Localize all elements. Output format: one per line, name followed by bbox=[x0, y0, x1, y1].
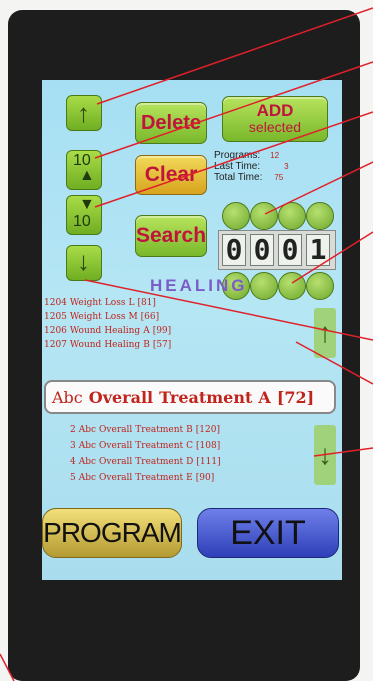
category-label: HEALING bbox=[150, 276, 248, 295]
total-time-value: 75 bbox=[274, 173, 284, 182]
down-10-icon: ▼ bbox=[79, 196, 95, 213]
upper-program-list[interactable]: 1204 Weight Loss L [81] 1205 Weight Loss M [66] … bbox=[44, 298, 314, 358]
digit-4-increment[interactable] bbox=[306, 202, 334, 230]
exit-button[interactable]: EXIT bbox=[197, 508, 339, 558]
scroll-up-icon[interactable]: ↑ bbox=[314, 308, 336, 358]
digit-3-decrement[interactable] bbox=[278, 272, 306, 300]
lower-program-list[interactable]: 2 Abc Overall Treatment B [120] 3 Abc Overall Tr… bbox=[70, 425, 310, 495]
digit-3-increment[interactable] bbox=[278, 202, 306, 230]
list-item[interactable]: 1205 Weight Loss M [66] bbox=[44, 312, 162, 322]
search-label: Search bbox=[135, 224, 207, 247]
page-down-10-button[interactable]: ▼ 10 bbox=[66, 195, 102, 235]
stats-panel: Programs: 12 Last Time: 3 Total Time: 75 bbox=[214, 150, 289, 183]
delete-button[interactable]: Delete bbox=[135, 102, 207, 144]
scroll-bottom-button[interactable]: ↓ bbox=[66, 245, 102, 281]
page-down-label: 10 bbox=[73, 213, 91, 230]
list-item[interactable]: 1204 Weight Loss L [81] bbox=[44, 298, 159, 308]
digit-2-increment[interactable] bbox=[250, 202, 278, 230]
clear-button[interactable]: Clear bbox=[135, 155, 207, 195]
page-up-10-button[interactable]: 10 ▲ bbox=[66, 150, 102, 190]
touch-screen: ↑ 10 ▲ ▼ 10 ↓ Delete ADD selected Clear … bbox=[42, 80, 342, 580]
up-10-icon: ▲ bbox=[79, 167, 95, 184]
scroll-down-icon[interactable]: ↓ bbox=[314, 425, 336, 485]
list-item[interactable]: 3 Abc Overall Treatment C [108] bbox=[70, 441, 223, 451]
last-time-value: 3 bbox=[284, 162, 289, 171]
last-time-label: Last Time: bbox=[214, 161, 261, 172]
list-item[interactable]: 5 Abc Overall Treatment E [90] bbox=[70, 473, 217, 483]
counter-digit-2: 0 bbox=[250, 234, 274, 266]
digit-2-decrement[interactable] bbox=[250, 272, 278, 300]
exit-label: EXIT bbox=[230, 513, 306, 552]
total-time-label: Total Time: bbox=[214, 172, 263, 183]
scroll-top-button[interactable]: ↑ bbox=[66, 95, 102, 131]
program-button[interactable]: PROGRAM bbox=[42, 508, 182, 558]
list-item[interactable]: 4 Abc Overall Treatment D [111] bbox=[70, 457, 224, 467]
list-item[interactable]: 1207 Wound Healing B [57] bbox=[44, 340, 174, 350]
arrow-up-icon: ↑ bbox=[77, 98, 90, 128]
search-button[interactable]: Search bbox=[135, 215, 207, 257]
delete-label: Delete bbox=[140, 111, 202, 134]
clear-label: Clear bbox=[144, 163, 198, 186]
add-label: ADD bbox=[256, 101, 294, 120]
list-item[interactable]: 1206 Wound Healing A [99] bbox=[44, 326, 174, 336]
selected-program[interactable]: Abc Overall Treatment A [72] bbox=[44, 380, 336, 414]
programs-value: 12 bbox=[270, 151, 280, 160]
digit-4-decrement[interactable] bbox=[306, 272, 334, 300]
program-label: PROGRAM bbox=[43, 517, 182, 548]
arrow-down-icon: ↓ bbox=[77, 246, 90, 276]
counter-digit-1: 0 bbox=[222, 234, 246, 266]
add-selected-button[interactable]: ADD selected bbox=[222, 96, 328, 142]
list-item[interactable]: 2 Abc Overall Treatment B [120] bbox=[70, 425, 223, 435]
digit-1-increment[interactable] bbox=[222, 202, 250, 230]
counter-digit-4: 1 bbox=[306, 234, 330, 266]
counter-digit-3: 0 bbox=[278, 234, 302, 266]
selected-label: selected bbox=[248, 119, 302, 135]
programs-label: Programs: bbox=[214, 150, 261, 161]
